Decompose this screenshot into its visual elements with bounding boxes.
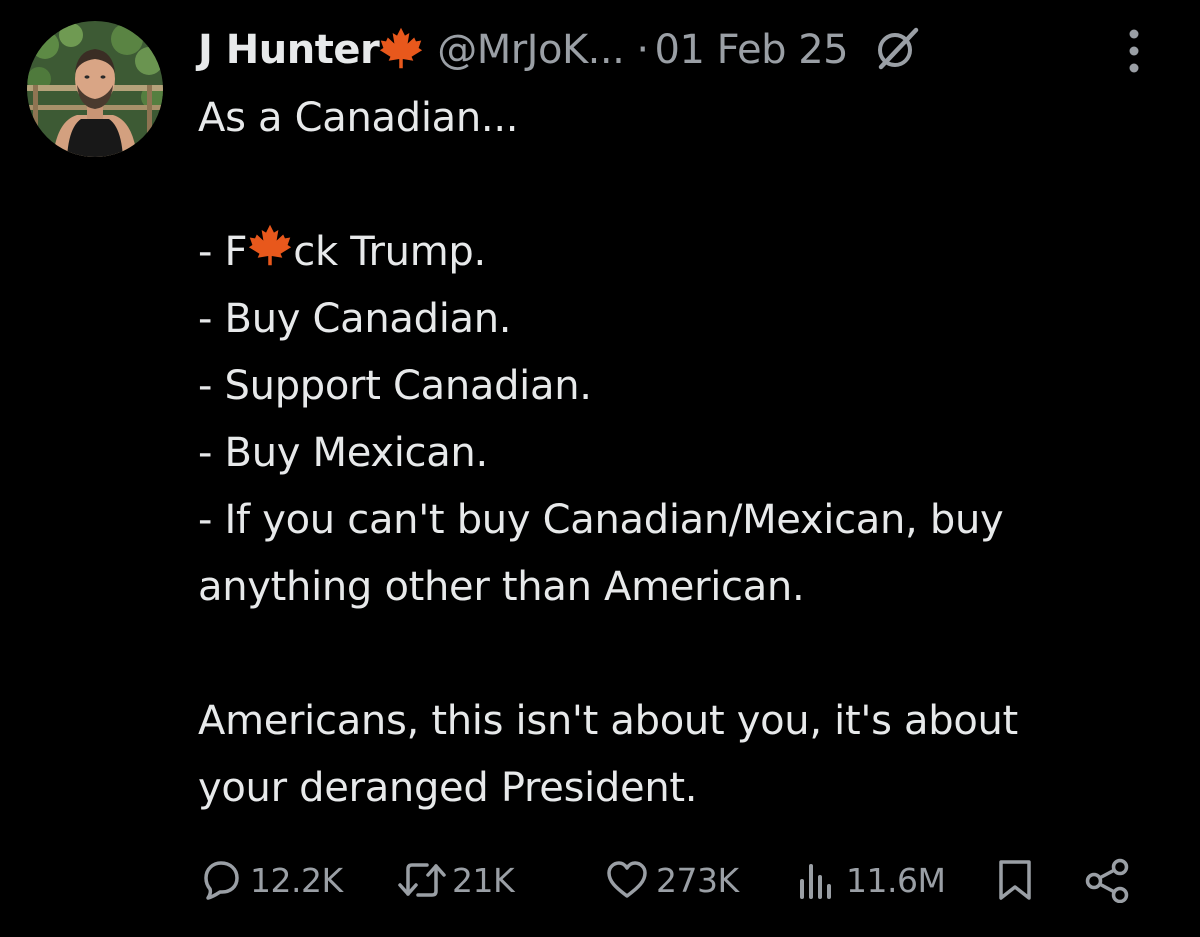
tweet-header: J Hunter @MrJoK... · 01 Feb 25 xyxy=(198,22,920,78)
tweet-line-part: ck Trump. xyxy=(293,229,486,275)
share-button[interactable] xyxy=(1084,850,1132,910)
maple-leaf-icon xyxy=(248,221,292,288)
reply-icon xyxy=(204,861,239,900)
action-bar: 12.2K 21K 273K 11.6M xyxy=(0,850,1200,910)
share-icon xyxy=(1085,858,1129,903)
grok-icon[interactable] xyxy=(874,25,920,75)
reply-count: 12.2K xyxy=(250,860,343,900)
tweet-date[interactable]: 01 Feb 25 xyxy=(655,27,849,73)
like-count: 273K xyxy=(656,860,739,900)
bookmark-button[interactable] xyxy=(992,850,1038,910)
repost-button[interactable]: 21K xyxy=(396,850,515,910)
views-button[interactable]: 11.6M xyxy=(794,850,946,910)
author-handle[interactable]: @MrJoK... xyxy=(437,27,625,73)
avatar[interactable] xyxy=(27,21,163,157)
repost-icon xyxy=(398,863,446,897)
separator-dot: · xyxy=(636,27,649,73)
tweet-line-part: - F xyxy=(198,229,248,275)
avatar-image xyxy=(27,21,163,157)
tweet-line: - F ck Trump. xyxy=(198,219,1168,286)
maple-leaf-icon xyxy=(379,26,423,74)
more-icon[interactable] xyxy=(1124,28,1144,74)
like-button[interactable]: 273K xyxy=(604,850,739,910)
tweet-line: your deranged President. xyxy=(198,765,698,811)
tweet-line: Americans, this isn't about you, it's ab… xyxy=(198,698,1018,744)
author-name[interactable]: J Hunter xyxy=(198,27,380,73)
views-count: 11.6M xyxy=(846,860,946,900)
views-icon xyxy=(800,864,831,899)
reply-button[interactable]: 12.2K xyxy=(198,850,343,910)
tweet-line: - Buy Mexican. xyxy=(198,430,488,476)
tweet-line: anything other than American. xyxy=(198,564,805,610)
tweet-line: - If you can't buy Canadian/Mexican, buy xyxy=(198,497,1004,543)
repost-count: 21K xyxy=(452,860,515,900)
bookmark-icon xyxy=(999,860,1031,900)
tweet-line: As a Canadian... xyxy=(198,95,519,141)
tweet-body: As a Canadian... - F ck Trump. - Buy Cana… xyxy=(198,85,1168,822)
tweet-line: - Support Canadian. xyxy=(198,363,592,409)
like-icon xyxy=(607,861,647,898)
tweet[interactable]: J Hunter @MrJoK... · 01 Feb 25 As a Cana… xyxy=(0,0,1200,937)
tweet-line: - Buy Canadian. xyxy=(198,296,512,342)
